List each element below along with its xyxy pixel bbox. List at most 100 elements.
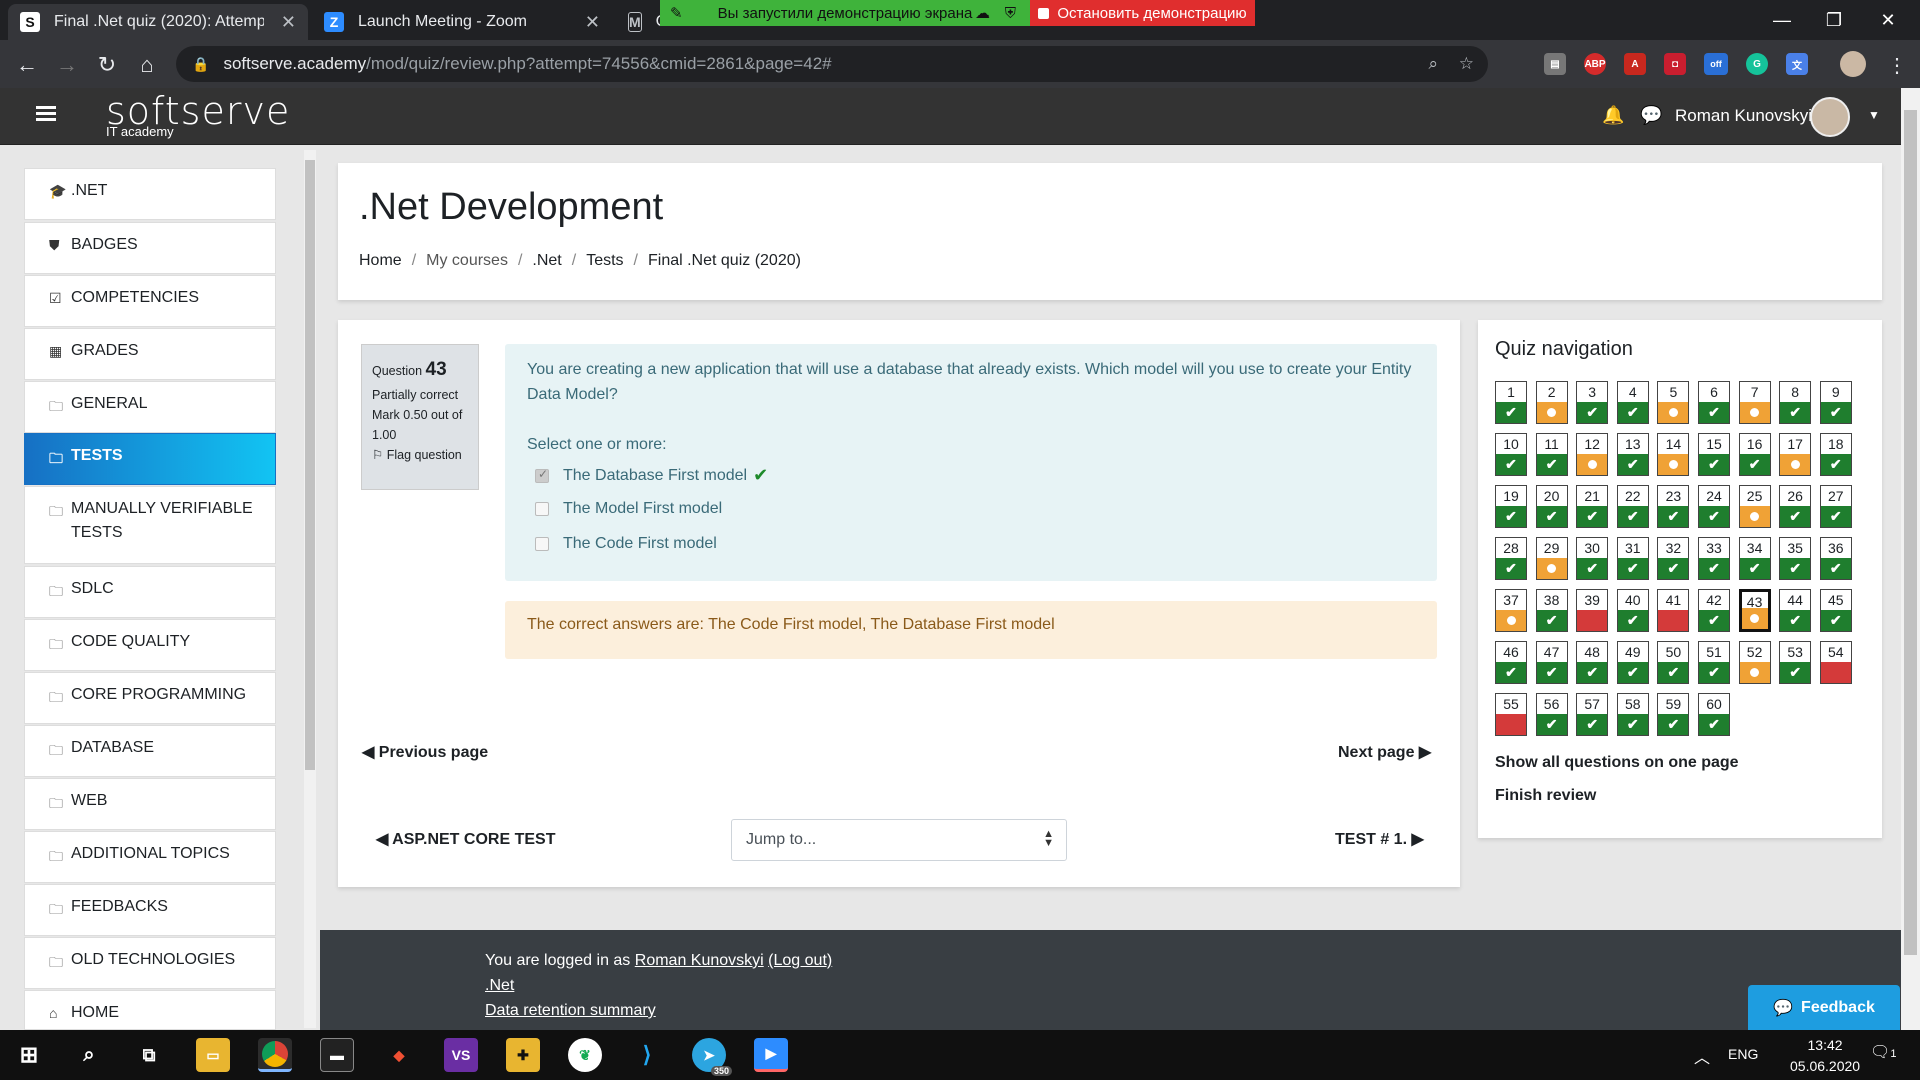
next-page-link[interactable]: Next page ▶: [1338, 742, 1431, 762]
jump-to-select[interactable]: Jump to... ▲ ▼: [731, 819, 1067, 861]
sidebar-item-general[interactable]: 🗀 GENERAL: [24, 381, 276, 433]
mongodb-icon[interactable]: ❦: [568, 1038, 602, 1072]
footer-course-link[interactable]: .Net: [485, 977, 514, 994]
close-window-button[interactable]: ✕: [1858, 0, 1918, 40]
sidebar-item-feedbacks[interactable]: 🗀 FEEDBACKS: [24, 884, 276, 936]
quiz-nav-button[interactable]: 19 ✔: [1495, 485, 1527, 528]
quiz-nav-button[interactable]: 30 ✔: [1576, 537, 1609, 580]
answer-option[interactable]: The Code First model: [535, 535, 717, 553]
clock[interactable]: 13:42 05.06.2020: [1790, 1035, 1860, 1077]
language-indicator[interactable]: ENG: [1728, 1046, 1758, 1062]
quiz-nav-button[interactable]: 29: [1535, 537, 1568, 580]
quiz-nav-button[interactable]: 21 ✔: [1576, 485, 1609, 528]
browser-tab-gmail[interactable]: M C: [616, 4, 667, 40]
quiz-nav-button[interactable]: 12: [1576, 433, 1609, 476]
address-bar[interactable]: 🔒 softserve.academy/mod/quiz/review.php?…: [176, 46, 1488, 82]
home-icon[interactable]: ⌂: [132, 50, 162, 80]
quiz-nav-button[interactable]: 15 ✔: [1698, 433, 1730, 476]
sidebar-item-code-quality[interactable]: 🗀 CODE QUALITY: [24, 619, 276, 671]
quiz-nav-button[interactable]: 11 ✔: [1535, 433, 1568, 476]
forward-arrow-icon[interactable]: →: [52, 50, 82, 80]
chat-bubble-icon[interactable]: 💬: [1640, 105, 1662, 126]
quiz-nav-button[interactable]: 39: [1576, 589, 1609, 632]
file-explorer-icon[interactable]: ▭: [196, 1038, 230, 1072]
quiz-nav-button[interactable]: 49 ✔: [1616, 641, 1649, 684]
breadcrumb-home[interactable]: Home: [359, 252, 402, 270]
quiz-nav-button[interactable]: 45 ✔: [1819, 589, 1852, 632]
quiz-nav-button[interactable]: 14: [1657, 433, 1690, 476]
quiz-nav-button[interactable]: 37: [1495, 589, 1527, 632]
quiz-nav-button[interactable]: 13 ✔: [1616, 433, 1649, 476]
previous-page-link[interactable]: ◀ Previous page: [362, 742, 488, 762]
quiz-nav-button[interactable]: 33 ✔: [1698, 537, 1730, 580]
quiz-nav-button[interactable]: 59 ✔: [1657, 693, 1690, 736]
quiz-nav-button[interactable]: 24 ✔: [1698, 485, 1730, 528]
quiz-nav-button[interactable]: 25: [1738, 485, 1771, 528]
quiz-nav-button[interactable]: 34 ✔: [1738, 537, 1771, 580]
quiz-nav-button[interactable]: 52: [1738, 641, 1771, 684]
grammarly-icon[interactable]: G: [1746, 53, 1768, 75]
quiz-nav-button[interactable]: 54: [1819, 641, 1852, 684]
sidebar-item-badges[interactable]: ⛊ BADGES: [24, 222, 276, 274]
hamburger-menu-icon[interactable]: [36, 106, 56, 122]
quiz-nav-button[interactable]: 8 ✔: [1779, 381, 1812, 424]
avatar[interactable]: [1810, 97, 1850, 137]
sidebar-item-database[interactable]: 🗀 DATABASE: [24, 725, 276, 777]
telegram-icon[interactable]: ➤ 350: [692, 1038, 732, 1076]
quiz-nav-button[interactable]: 56 ✔: [1535, 693, 1568, 736]
browser-tab-zoom[interactable]: Z Launch Meeting - Zoom ✕: [312, 4, 612, 40]
answer-option[interactable]: The Database First model ✔: [535, 465, 768, 486]
quiz-nav-button[interactable]: 31 ✔: [1616, 537, 1649, 580]
profile-avatar-icon[interactable]: [1840, 51, 1866, 77]
quiz-nav-button[interactable]: 23 ✔: [1657, 485, 1690, 528]
quiz-nav-button[interactable]: 5: [1657, 381, 1690, 424]
quiz-nav-button[interactable]: 47 ✔: [1535, 641, 1568, 684]
pocket-icon[interactable]: ◘: [1664, 53, 1686, 75]
sidebar-item-home[interactable]: ⌂ HOME: [24, 990, 276, 1030]
quiz-nav-button[interactable]: 10 ✔: [1495, 433, 1527, 476]
sidebar-item-core-programming[interactable]: 🗀 CORE PROGRAMMING: [24, 672, 276, 724]
sidebar-item-web[interactable]: 🗀 WEB: [24, 778, 276, 830]
breadcrumb-tests[interactable]: Tests: [586, 252, 623, 270]
data-retention-link[interactable]: Data retention summary: [485, 1002, 656, 1019]
quiz-nav-button[interactable]: 38 ✔: [1535, 589, 1568, 632]
quiz-nav-button[interactable]: 58 ✔: [1616, 693, 1649, 736]
sidebar-scrollbar-thumb[interactable]: [305, 160, 315, 770]
close-tab-icon[interactable]: ✕: [281, 12, 296, 33]
sidebar-item-additional-topics[interactable]: 🗀 ADDITIONAL TOPICS: [24, 831, 276, 883]
quiz-nav-button[interactable]: 53 ✔: [1779, 641, 1812, 684]
quiz-nav-button[interactable]: 26 ✔: [1779, 485, 1812, 528]
quiz-nav-button[interactable]: 55: [1495, 693, 1527, 736]
sidebar-item-sdlc[interactable]: 🗀 SDLC: [24, 566, 276, 618]
finish-review-link[interactable]: Finish review: [1495, 787, 1596, 805]
quiz-nav-button[interactable]: 51 ✔: [1698, 641, 1730, 684]
quiz-nav-button[interactable]: 36 ✔: [1819, 537, 1852, 580]
chrome-icon[interactable]: [258, 1038, 292, 1072]
task-view-icon[interactable]: ⧉: [132, 1038, 166, 1072]
translate-icon[interactable]: 文: [1786, 53, 1808, 75]
timer-extension-icon[interactable]: off: [1704, 53, 1728, 75]
browser-tab-active[interactable]: S Final .Net quiz (2020): Attempt re ✕: [8, 4, 308, 40]
bell-icon[interactable]: 🔔: [1602, 105, 1624, 126]
visual-studio-icon[interactable]: VS: [444, 1038, 478, 1072]
quiz-nav-button[interactable]: 35 ✔: [1779, 537, 1812, 580]
user-menu-name[interactable]: Roman Kunovskyi: [1675, 106, 1812, 126]
quiz-nav-button[interactable]: 27 ✔: [1819, 485, 1852, 528]
zoom-search-icon[interactable]: ⌕: [1428, 54, 1438, 74]
bookmark-star-icon[interactable]: ☆: [1459, 54, 1474, 74]
search-icon[interactable]: ⌕: [72, 1038, 106, 1072]
quiz-nav-button[interactable]: 3 ✔: [1576, 381, 1609, 424]
vscode-icon[interactable]: ⟩: [630, 1038, 664, 1072]
quiz-nav-button[interactable]: 9 ✔: [1819, 381, 1852, 424]
terminal-icon[interactable]: ▬: [320, 1038, 354, 1072]
restore-window-button[interactable]: ❐: [1804, 0, 1864, 40]
sidebar-item-grades[interactable]: ▦ GRADES: [24, 328, 276, 380]
show-all-questions-link[interactable]: Show all questions on one page: [1495, 754, 1739, 772]
sidebar-item-old-technologies[interactable]: 🗀 OLD TECHNOLOGIES: [24, 937, 276, 989]
quiz-nav-button[interactable]: 18 ✔: [1819, 433, 1852, 476]
windows-start-icon[interactable]: ⊞: [12, 1038, 46, 1072]
tray-chevron-icon[interactable]: ︿: [1694, 1044, 1710, 1068]
close-tab-icon[interactable]: ✕: [585, 12, 600, 33]
sidebar-item-net[interactable]: 🎓 .NET: [24, 168, 276, 220]
quiz-nav-button[interactable]: 41: [1657, 589, 1690, 632]
